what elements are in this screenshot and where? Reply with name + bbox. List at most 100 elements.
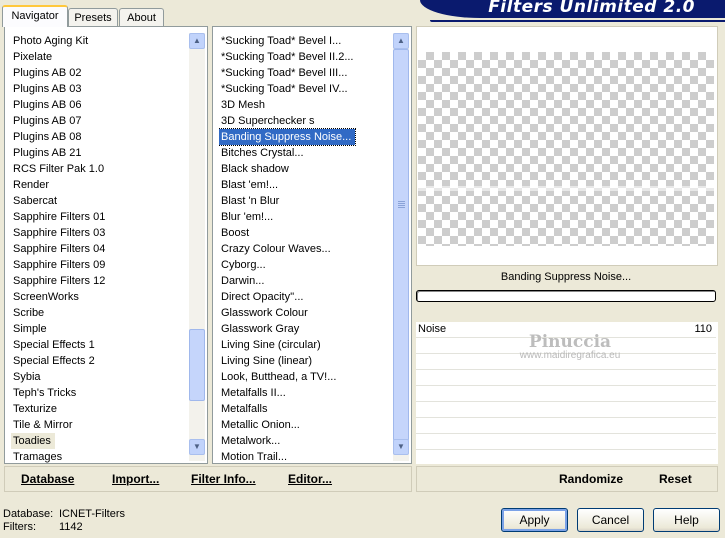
- list-item[interactable]: Blur 'em!...: [219, 209, 391, 225]
- list-item[interactable]: Bitches Crystal...: [219, 145, 391, 161]
- list-item[interactable]: Special Effects 2: [11, 353, 187, 369]
- list-item[interactable]: Blast 'em!...: [219, 177, 391, 193]
- watermark: Pinuccia www.maidiregrafica.eu: [500, 332, 640, 361]
- list-item[interactable]: Sabercat: [11, 193, 187, 209]
- param-row-empty: [416, 370, 716, 386]
- help-button[interactable]: Help: [653, 508, 720, 532]
- filter-list[interactable]: *Sucking Toad* Bevel I... *Sucking Toad* …: [219, 33, 391, 463]
- list-item[interactable]: Scribe: [11, 305, 187, 321]
- banner-underline: [430, 20, 725, 22]
- database-button[interactable]: Database: [21, 472, 74, 486]
- list-item[interactable]: Glasswork Gray: [219, 321, 391, 337]
- apply-button[interactable]: Apply: [501, 508, 568, 532]
- list-item[interactable]: Plugins AB 08: [11, 129, 187, 145]
- status-database-value: ICNET-Filters: [59, 508, 125, 520]
- param-value: 110: [694, 323, 712, 335]
- param-row-empty: [416, 386, 716, 402]
- watermark-url: www.maidiregrafica.eu: [519, 350, 621, 361]
- category-scrollbar[interactable]: ▲ ▼: [189, 33, 205, 461]
- list-item[interactable]: Sapphire Filters 04: [11, 241, 187, 257]
- param-row-empty: [416, 434, 716, 450]
- list-item[interactable]: Plugins AB 02: [11, 65, 187, 81]
- preview-checkerboard[interactable]: [418, 52, 714, 246]
- navigator-button-bar: Database Import... Filter Info... Editor…: [4, 466, 412, 492]
- category-list[interactable]: Photo Aging Kit Pixelate Plugins AB 02 Plug…: [11, 33, 187, 463]
- list-item[interactable]: Pixelate: [11, 49, 187, 65]
- list-item[interactable]: Crazy Colour Waves...: [219, 241, 391, 257]
- list-item[interactable]: Cyborg...: [219, 257, 391, 273]
- list-item[interactable]: Tile & Mirror: [11, 417, 187, 433]
- preview-filter-name: Banding Suppress Noise...: [500, 271, 632, 283]
- list-item[interactable]: ScreenWorks: [11, 289, 187, 305]
- list-item[interactable]: Metalwork...: [219, 433, 391, 449]
- status-filters-value: 1142: [59, 521, 83, 533]
- list-item[interactable]: Motion Trail...: [219, 449, 391, 463]
- randomize-button[interactable]: Randomize: [559, 472, 623, 486]
- list-item[interactable]: Sapphire Filters 01: [11, 209, 187, 225]
- filter-scroll-down-button[interactable]: ▼: [393, 439, 409, 455]
- list-item[interactable]: Boost: [219, 225, 391, 241]
- list-item[interactable]: Direct Opacity''...: [219, 289, 391, 305]
- status-database-label: Database:: [3, 508, 54, 520]
- list-item[interactable]: 3D Superchecker s: [219, 113, 391, 129]
- list-item[interactable]: Sapphire Filters 03: [11, 225, 187, 241]
- category-scroll-thumb[interactable]: [189, 329, 205, 401]
- status-filters-label: Filters:: [3, 521, 36, 533]
- filter-scrollbar[interactable]: ▲ ▼: [393, 33, 409, 461]
- banner-title: Filters Unlimited 2.0: [488, 0, 695, 17]
- watermark-name: Pinuccia: [528, 332, 612, 352]
- list-item[interactable]: Special Effects 1: [11, 337, 187, 353]
- list-item[interactable]: Banding Suppress Noise...: [219, 128, 357, 146]
- list-item[interactable]: Black shadow: [219, 161, 391, 177]
- editor-button[interactable]: Editor...: [288, 472, 332, 486]
- list-item[interactable]: Metalfalls II...: [219, 385, 391, 401]
- filter-info-panel: Banding Suppress Noise...: [416, 266, 718, 322]
- filter-info-button[interactable]: Filter Info...: [191, 472, 256, 486]
- list-item[interactable]: *Sucking Toad* Bevel IV...: [219, 81, 391, 97]
- category-list-pane: Photo Aging Kit Pixelate Plugins AB 02 Plug…: [4, 26, 208, 464]
- list-item[interactable]: Texturize: [11, 401, 187, 417]
- list-item[interactable]: 3D Mesh: [219, 97, 391, 113]
- progress-bar: [416, 290, 716, 302]
- list-item[interactable]: Metalfalls: [219, 401, 391, 417]
- list-item[interactable]: Living Sine (circular): [219, 337, 391, 353]
- param-row-empty: [416, 402, 716, 418]
- list-item[interactable]: Simple: [11, 321, 187, 337]
- param-row-empty: [416, 418, 716, 434]
- category-scroll-up-button[interactable]: ▲: [189, 33, 205, 49]
- tab-presets[interactable]: Presets: [68, 8, 118, 26]
- list-item[interactable]: RCS Filter Pak 1.0: [11, 161, 187, 177]
- param-name: Noise: [418, 323, 447, 335]
- list-item[interactable]: *Sucking Toad* Bevel III...: [219, 65, 391, 81]
- category-scroll-down-button[interactable]: ▼: [189, 439, 205, 455]
- import-button[interactable]: Import...: [112, 472, 159, 486]
- list-item[interactable]: *Sucking Toad* Bevel II.2...: [219, 49, 391, 65]
- list-item[interactable]: Sapphire Filters 09: [11, 257, 187, 273]
- filter-scroll-thumb[interactable]: [393, 49, 409, 441]
- list-item[interactable]: Plugins AB 07: [11, 113, 187, 129]
- cancel-button[interactable]: Cancel: [577, 508, 644, 532]
- list-item[interactable]: Render: [11, 177, 187, 193]
- list-item[interactable]: Plugins AB 21: [11, 145, 187, 161]
- list-item[interactable]: Tramages: [11, 449, 187, 463]
- list-item[interactable]: Darwin...: [219, 273, 391, 289]
- list-item[interactable]: Blast 'n Blur: [219, 193, 391, 209]
- list-item[interactable]: Sapphire Filters 12: [11, 273, 187, 289]
- reset-button[interactable]: Reset: [659, 472, 692, 486]
- list-item[interactable]: *Sucking Toad* Bevel I...: [219, 33, 391, 49]
- list-item[interactable]: Plugins AB 06: [11, 97, 187, 113]
- list-item[interactable]: Metallic Onion...: [219, 417, 391, 433]
- list-item[interactable]: Teph's Tricks: [11, 385, 187, 401]
- filter-list-pane: *Sucking Toad* Bevel I... *Sucking Toad* …: [212, 26, 412, 464]
- list-item[interactable]: Living Sine (linear): [219, 353, 391, 369]
- title-banner: Filters Unlimited 2.0: [420, 0, 725, 18]
- list-item[interactable]: Photo Aging Kit: [11, 33, 187, 49]
- list-item[interactable]: Glasswork Colour: [219, 305, 391, 321]
- list-item[interactable]: Toadies: [11, 433, 55, 449]
- list-item[interactable]: Plugins AB 03: [11, 81, 187, 97]
- tab-about[interactable]: About: [119, 8, 164, 26]
- filter-scroll-up-button[interactable]: ▲: [393, 33, 409, 49]
- list-item[interactable]: Sybia: [11, 369, 187, 385]
- list-item[interactable]: Look, Butthead, a TV!...: [219, 369, 391, 385]
- tab-navigator[interactable]: Navigator: [2, 5, 68, 27]
